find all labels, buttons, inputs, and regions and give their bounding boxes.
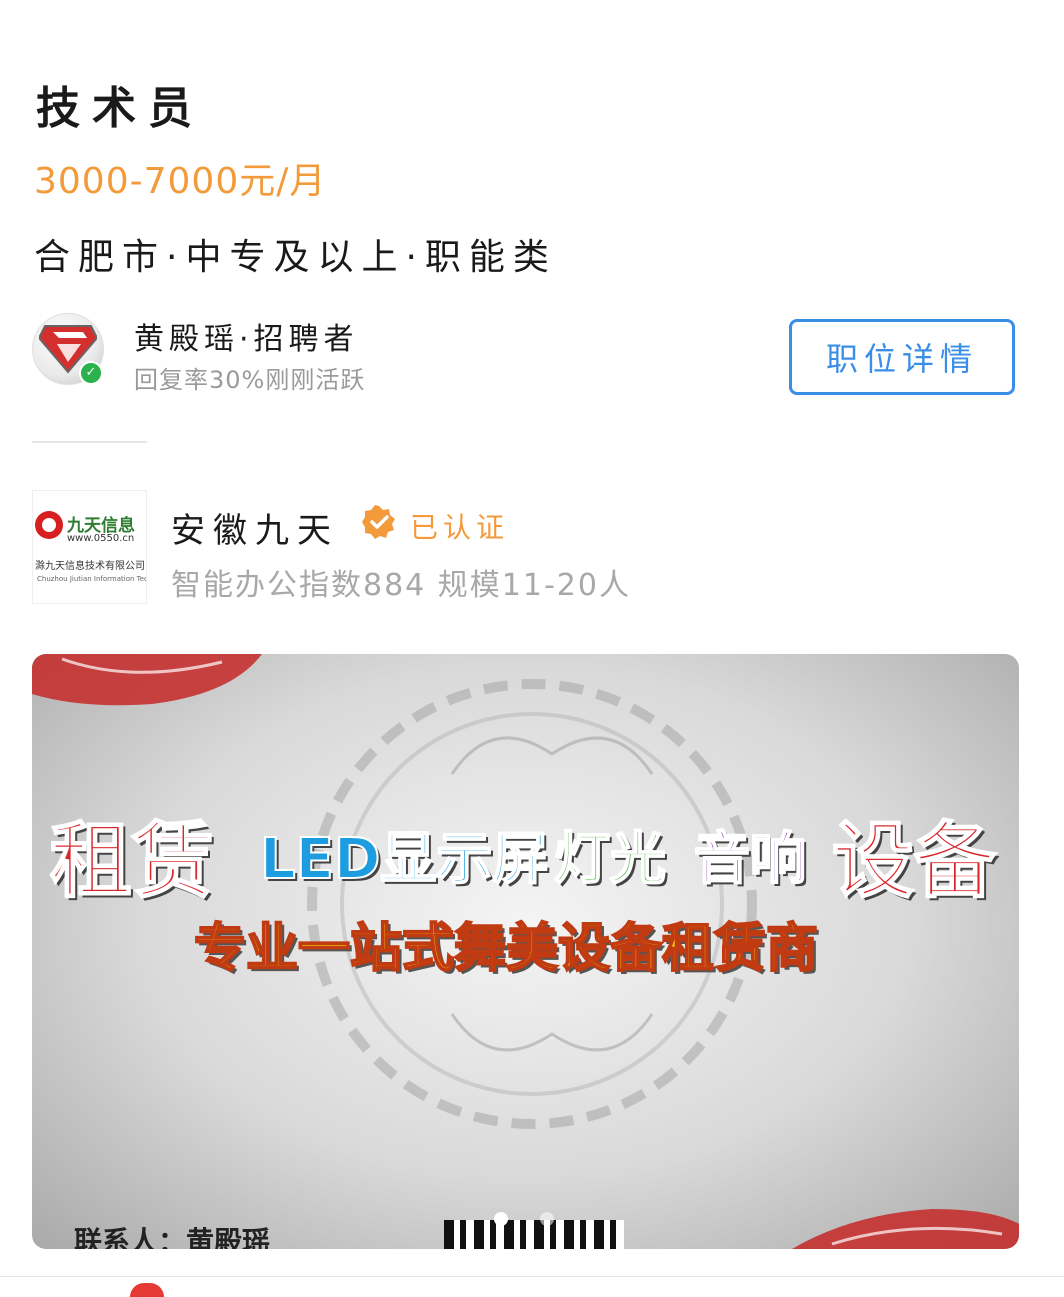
- job-meta: 合肥市·中专及以上·职能类: [34, 237, 557, 278]
- job-salary: 3000-7000元/月: [34, 161, 327, 202]
- verified-badge-icon: [362, 505, 395, 539]
- carousel-dot-active[interactable]: [494, 1212, 508, 1226]
- banner-word-audio: 音响: [693, 826, 807, 893]
- company-logo-url: www.0550.cn: [67, 533, 135, 544]
- banner-contact: 联系人：黄殿瑶: [74, 1225, 271, 1249]
- company-logo-subtitle: 滁九天信息技术有限公司: [35, 561, 145, 572]
- banner-word-equipment: 设备: [831, 813, 997, 910]
- banner-word-led: LED显示屏: [259, 826, 549, 893]
- company-logo-mark-icon: [35, 511, 63, 539]
- divider: [32, 441, 147, 443]
- company-name[interactable]: 安徽九天: [171, 503, 339, 552]
- company-banner-carousel[interactable]: 租赁 LED显示屏 灯光 音响 设备 专业一站式舞美设备租赁商 联系人：黄殿瑶: [32, 654, 1019, 1249]
- recruiter-name: 黄殿瑶·招聘者: [134, 322, 359, 357]
- online-check-icon: ✓: [79, 361, 103, 385]
- banner-word-rent: 租赁: [49, 813, 215, 910]
- banner-tagline: 专业一站式舞美设备租赁商: [193, 918, 819, 980]
- company-stats: 智能办公指数884 规模11-20人: [171, 568, 631, 603]
- verified-label: 已认证: [410, 511, 510, 544]
- job-title: 技术员: [36, 83, 204, 134]
- job-detail-button[interactable]: 职位详情: [789, 319, 1015, 395]
- recruiter-status: 回复率30%刚刚活跃: [134, 366, 366, 394]
- carousel-dot[interactable]: [540, 1212, 554, 1226]
- company-logo-subtitle-en: Chuzhou Jiutian Information Technology C…: [37, 575, 146, 583]
- company-logo[interactable]: 九天信息 www.0550.cn 滁九天信息技术有限公司 Chuzhou Jiu…: [32, 490, 147, 604]
- banner-word-lighting: 灯光: [553, 826, 667, 893]
- qr-code-icon: [444, 1220, 624, 1249]
